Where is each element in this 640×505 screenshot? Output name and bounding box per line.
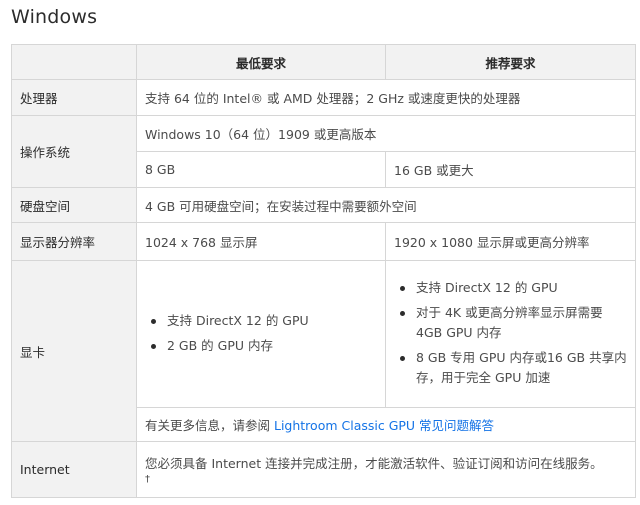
list-item: 支持 DirectX 12 的 GPU xyxy=(400,278,627,298)
row-label-os: 操作系统 xyxy=(11,115,137,188)
gpu-min-list: 支持 DirectX 12 的 GPU 2 GB 的 GPU 内存 xyxy=(145,311,377,356)
gpu-recommended-cell: 支持 DirectX 12 的 GPU 对于 4K 或更高分辨率显示屏需要 4G… xyxy=(385,260,636,408)
list-item-text: 2 GB 的 GPU 内存 xyxy=(167,337,273,353)
list-item: 8 GB 专用 GPU 内存或16 GB 共享内存，用于完全 GPU 加速 xyxy=(400,348,627,388)
row-label-internet: Internet xyxy=(11,441,137,498)
row-gpu: 显卡 支持 DirectX 12 的 GPU 2 GB 的 GPU 内存 支持 … xyxy=(11,260,636,442)
system-requirements-table: 最低要求 推荐要求 处理器 支持 64 位的 Intel® 或 AMD 处理器；… xyxy=(11,44,636,498)
memory-recommended-value: 16 GB 或更大 xyxy=(385,151,636,188)
bullet-icon xyxy=(151,318,156,324)
bullet-icon xyxy=(400,286,405,291)
bullet-icon xyxy=(400,311,405,316)
list-item-text: 8 GB 专用 GPU 内存或16 GB 共享内存，用于完全 GPU 加速 xyxy=(416,350,627,385)
disk-space-value: 4 GB 可用硬盘空间；在安装过程中需要额外空间 xyxy=(136,187,636,223)
row-label-gpu: 显卡 xyxy=(11,260,137,442)
row-os: 操作系统 Windows 10（64 位）1909 或更高版本 xyxy=(11,115,636,188)
page-title: Windows xyxy=(11,6,98,28)
list-item: 对于 4K 或更高分辨率显示屏需要 4GB GPU 内存 xyxy=(400,303,627,343)
row-disk-space: 硬盘空间 4 GB 可用硬盘空间；在安装过程中需要额外空间 xyxy=(11,187,636,223)
gpu-min-cell: 支持 DirectX 12 的 GPU 2 GB 的 GPU 内存 xyxy=(136,260,386,408)
list-item: 支持 DirectX 12 的 GPU xyxy=(151,311,377,331)
processor-value: 支持 64 位的 Intel® 或 AMD 处理器；2 GHz 或速度更快的处理… xyxy=(136,79,636,116)
memory-min-value: 8 GB xyxy=(136,151,386,188)
gpu-more-info-text: 有关更多信息，请参阅 xyxy=(145,418,274,433)
row-internet: Internet 您必须具备 Internet 连接并完成注册，才能激活软件、验… xyxy=(11,441,636,498)
resolution-min-value: 1024 x 768 显示屏 xyxy=(136,222,386,261)
internet-cell: 您必须具备 Internet 连接并完成注册，才能激活软件、验证订阅和访问在线服… xyxy=(136,441,636,498)
row-display-resolution: 显示器分辨率 1024 x 768 显示屏 1920 x 1080 显示屏或更高… xyxy=(11,222,636,261)
header-row: 最低要求 推荐要求 xyxy=(11,44,636,80)
header-min-requirements: 最低要求 xyxy=(136,44,386,80)
bullet-icon xyxy=(400,356,405,361)
row-label-processor: 处理器 xyxy=(11,79,137,116)
resolution-recommended-value: 1920 x 1080 显示屏或更高分辨率 xyxy=(385,222,636,261)
bullet-icon xyxy=(151,343,156,349)
internet-footnote-mark: † xyxy=(145,474,150,485)
gpu-recommended-list: 支持 DirectX 12 的 GPU 对于 4K 或更高分辨率显示屏需要 4G… xyxy=(394,278,627,388)
list-item: 2 GB 的 GPU 内存 xyxy=(151,336,377,356)
internet-value: 您必须具备 Internet 连接并完成注册，才能激活软件、验证订阅和访问在线服… xyxy=(145,456,603,471)
list-item-text: 对于 4K 或更高分辨率显示屏需要 4GB GPU 内存 xyxy=(416,305,603,340)
header-corner-cell xyxy=(11,44,137,80)
row-label-disk-space: 硬盘空间 xyxy=(11,187,137,223)
list-item-text: 支持 DirectX 12 的 GPU xyxy=(167,312,309,328)
row-label-display-resolution: 显示器分辨率 xyxy=(11,222,137,261)
header-recommended-requirements: 推荐要求 xyxy=(385,44,636,80)
gpu-more-info-cell: 有关更多信息，请参阅 Lightroom Classic GPU 常见问题解答 xyxy=(136,407,636,442)
list-item-text: 支持 DirectX 12 的 GPU xyxy=(416,280,558,295)
row-processor: 处理器 支持 64 位的 Intel® 或 AMD 处理器；2 GHz 或速度更… xyxy=(11,79,636,116)
gpu-faq-link[interactable]: Lightroom Classic GPU 常见问题解答 xyxy=(274,418,494,433)
os-value: Windows 10（64 位）1909 或更高版本 xyxy=(136,115,636,152)
